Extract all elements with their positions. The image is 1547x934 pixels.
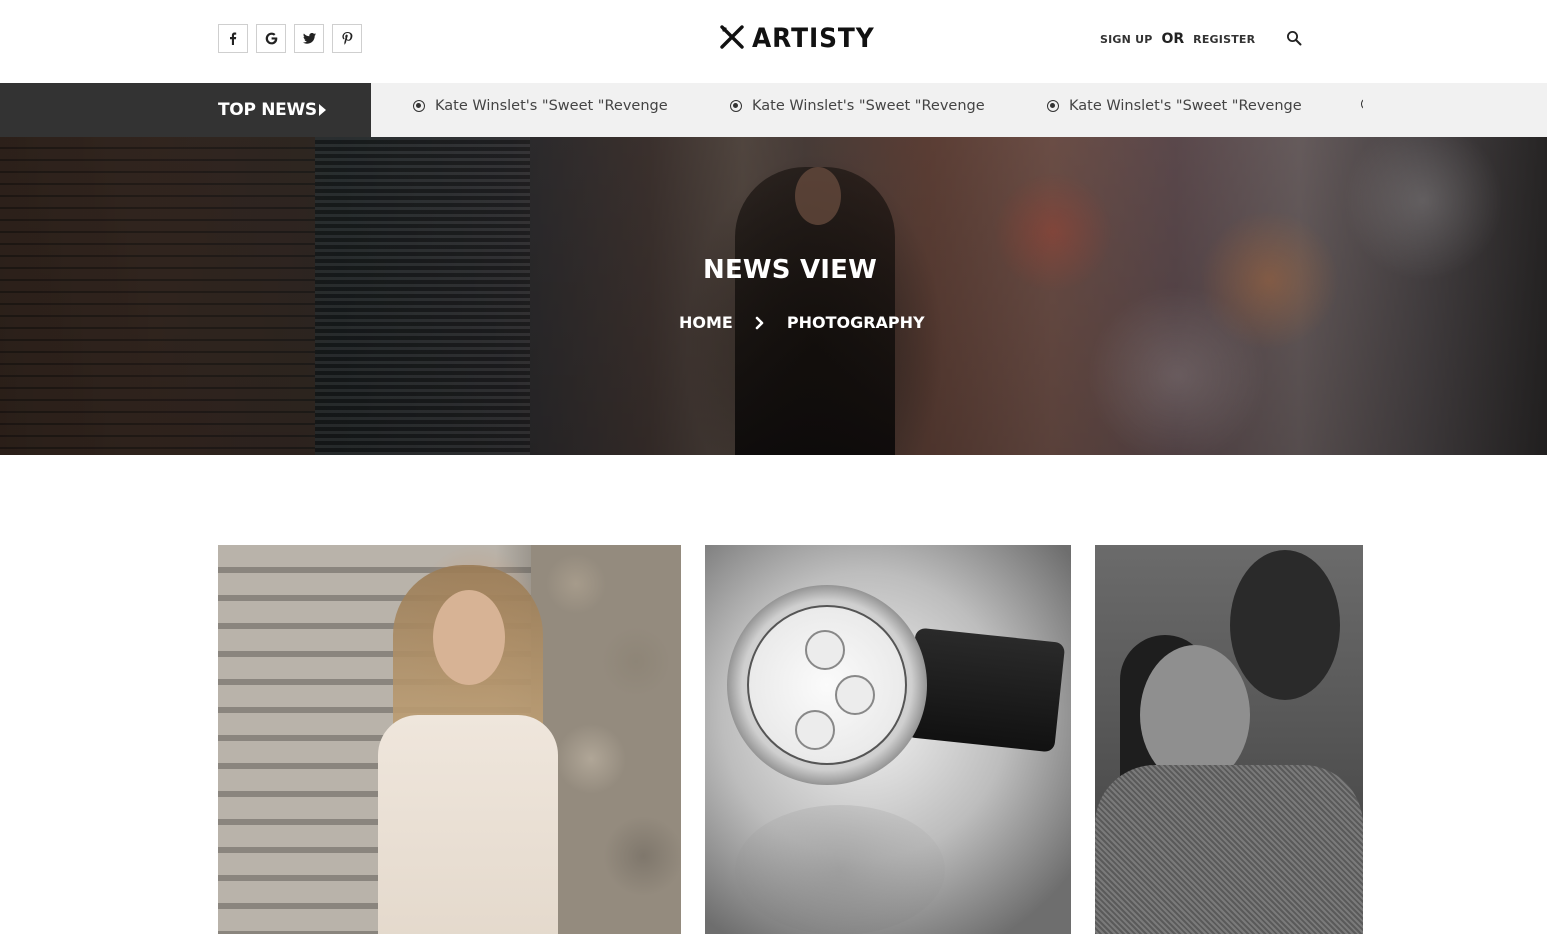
site-header: ARTISTY SIGN UP OR REGISTER bbox=[0, 0, 1547, 83]
gallery-card-woman-on-stairs-photo[interactable] bbox=[218, 545, 681, 934]
register-link[interactable]: REGISTER bbox=[1193, 33, 1255, 46]
ticker-items: Kate Winslet's "Sweet "Revenge Kate Wins… bbox=[371, 83, 1363, 137]
ticker-item-text: Kate Winslet's "Sweet "Revenge bbox=[1069, 98, 1302, 114]
hero-background-head bbox=[795, 167, 841, 225]
twitter-icon bbox=[302, 33, 316, 44]
auth-links: SIGN UP OR REGISTER bbox=[1100, 31, 1255, 47]
photo-person-back bbox=[1230, 550, 1340, 700]
google-icon bbox=[265, 32, 278, 45]
page-hero-banner: NEWS VIEW HOME PHOTOGRAPHY bbox=[0, 137, 1547, 455]
photo-sweater bbox=[1095, 765, 1363, 934]
ticker-item[interactable]: Kate Winslet's "Sweet "Revenge bbox=[1047, 98, 1302, 114]
bullet-icon bbox=[1361, 98, 1363, 110]
bullet-icon bbox=[413, 100, 425, 112]
top-news-ticker: TOP NEWS Kate Winslet's "Sweet "Revenge … bbox=[0, 83, 1547, 137]
gallery-card-wristwatch-photo[interactable] bbox=[705, 545, 1071, 934]
photo-watch-subdial bbox=[805, 630, 845, 670]
google-button[interactable] bbox=[256, 24, 286, 53]
breadcrumb-photography[interactable]: PHOTOGRAPHY bbox=[787, 313, 925, 332]
ticker-item-text: Kate Winslet's "Sweet "Revenge bbox=[435, 98, 668, 114]
site-logo[interactable]: ARTISTY bbox=[720, 24, 885, 54]
breadcrumb-home[interactable]: HOME bbox=[679, 313, 733, 332]
social-links bbox=[218, 24, 362, 53]
sign-up-link[interactable]: SIGN UP bbox=[1100, 33, 1152, 46]
gallery-card-two-women-portrait-photo[interactable] bbox=[1095, 545, 1363, 934]
hero-background-wall bbox=[0, 137, 315, 455]
ticker-item-partial[interactable] bbox=[1361, 98, 1363, 110]
photo-watch-subdial bbox=[795, 710, 835, 750]
facebook-icon bbox=[227, 32, 239, 45]
search-icon bbox=[1286, 31, 1302, 50]
or-separator: OR bbox=[1161, 31, 1185, 47]
hero-background-shutter bbox=[315, 137, 530, 455]
breadcrumb: HOME PHOTOGRAPHY bbox=[679, 313, 925, 332]
photo-person-front bbox=[1140, 645, 1250, 785]
twitter-button[interactable] bbox=[294, 24, 324, 53]
photo-watch-subdial bbox=[835, 675, 875, 715]
bullet-icon bbox=[730, 100, 742, 112]
pinterest-button[interactable] bbox=[332, 24, 362, 53]
photo-watch-strap bbox=[904, 627, 1066, 753]
search-button[interactable] bbox=[1286, 30, 1302, 51]
photo-dress bbox=[378, 715, 558, 934]
photo-face bbox=[433, 590, 505, 685]
top-news-title: TOP NEWS bbox=[218, 100, 317, 120]
pinterest-icon bbox=[341, 32, 353, 45]
hero-background-graffiti bbox=[930, 137, 1547, 455]
caret-right-icon bbox=[319, 104, 326, 116]
page-title: NEWS VIEW bbox=[702, 255, 877, 285]
ticker-item[interactable]: Kate Winslet's "Sweet "Revenge bbox=[730, 98, 985, 114]
ticker-item-text: Kate Winslet's "Sweet "Revenge bbox=[752, 98, 985, 114]
logo-text: ARTISTY bbox=[752, 23, 875, 54]
bullet-icon bbox=[1047, 100, 1059, 112]
chevron-right-icon bbox=[733, 316, 787, 330]
photo-watch-reflection bbox=[735, 805, 945, 934]
facebook-button[interactable] bbox=[218, 24, 248, 53]
crossed-tools-icon bbox=[720, 24, 744, 54]
top-news-label: TOP NEWS bbox=[0, 83, 371, 137]
ticker-item[interactable]: Kate Winslet's "Sweet "Revenge bbox=[413, 98, 668, 114]
